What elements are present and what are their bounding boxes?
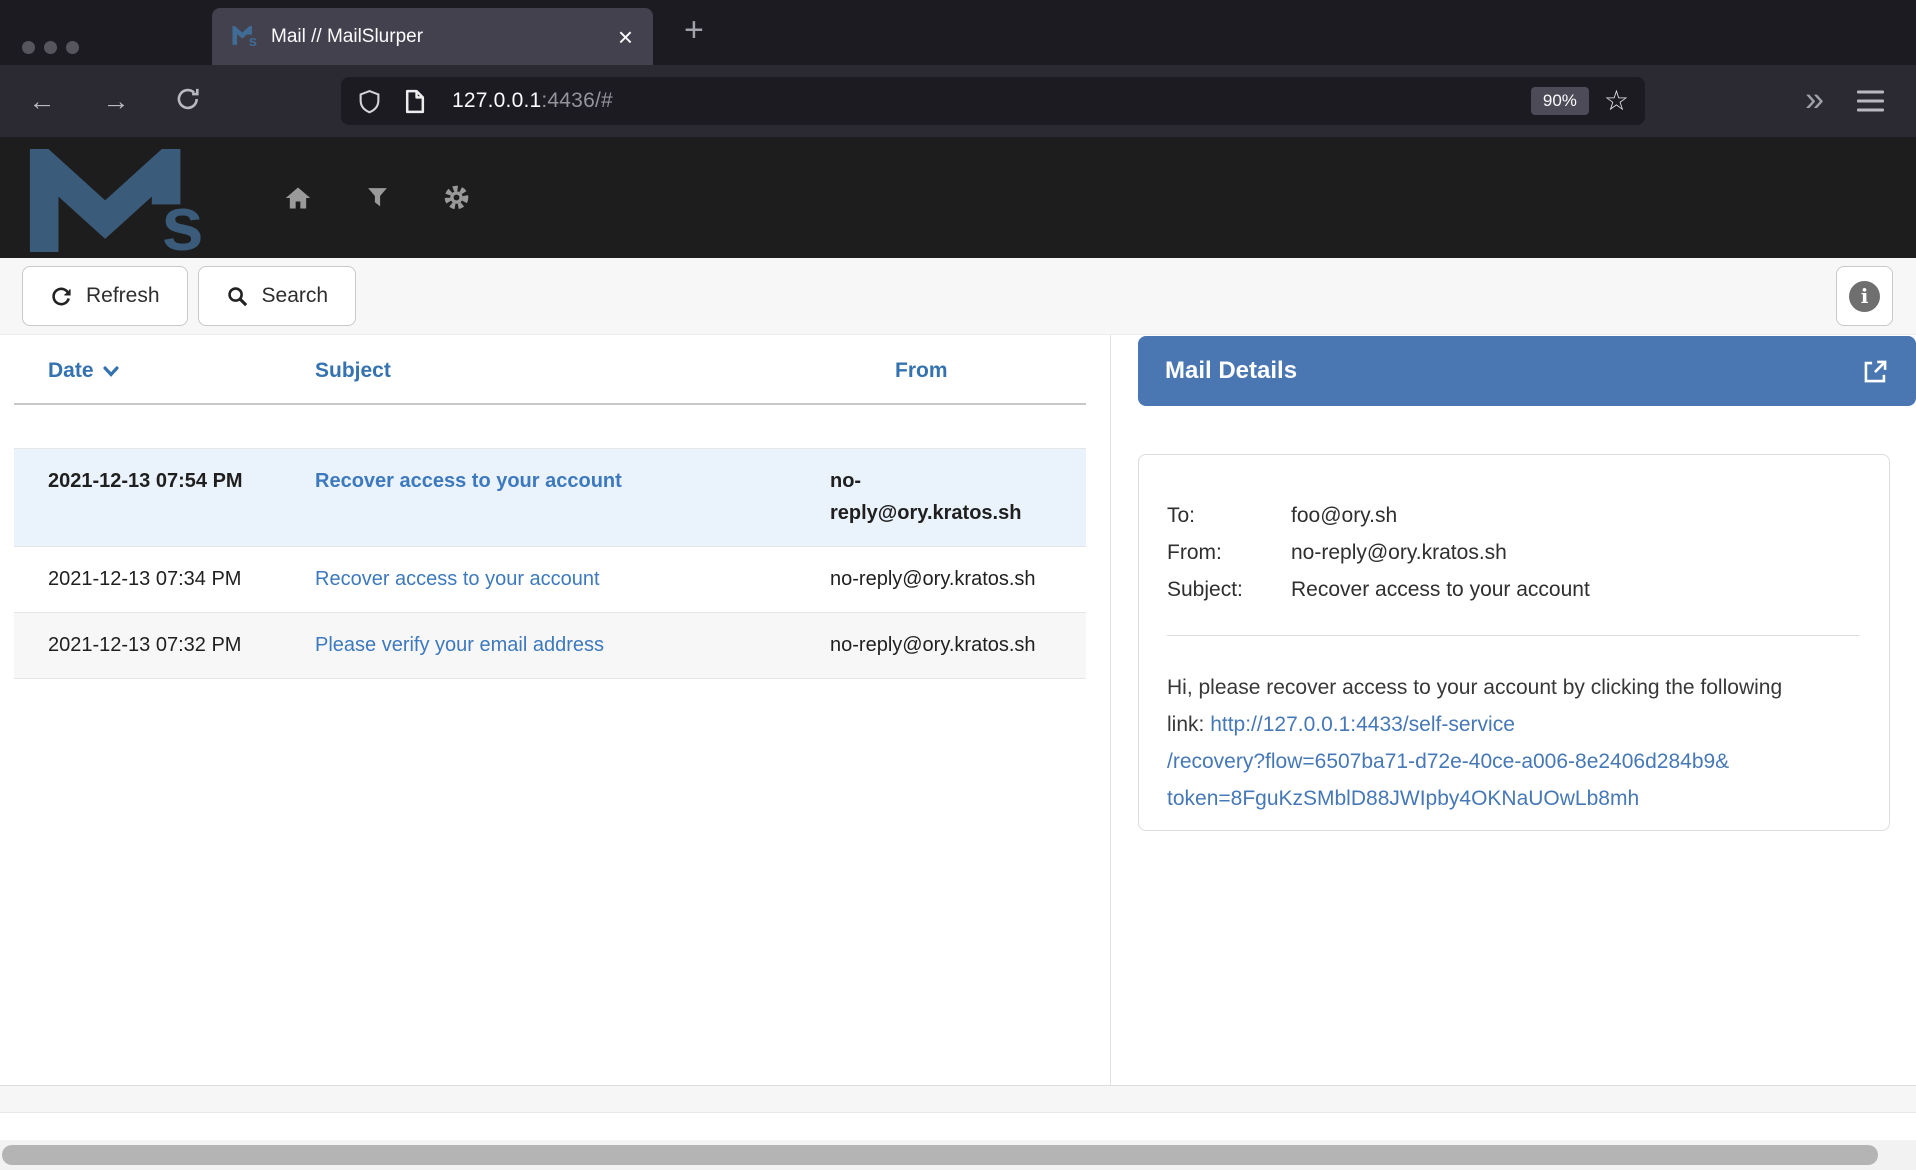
- window-close-button[interactable]: [22, 41, 35, 54]
- recovery-link-line3: token=8FguKzSMblD88JWIpby4OKNaUOwLb8mh: [1167, 780, 1815, 817]
- meta-from-row: From: no-reply@ory.kratos.sh: [1167, 534, 1859, 571]
- page-info-icon[interactable]: [403, 89, 426, 114]
- mail-details-title: Mail Details: [1165, 357, 1297, 385]
- date-header-label: Date: [48, 359, 94, 383]
- window-maximize-button[interactable]: [66, 41, 79, 54]
- url-path: :4436/#: [541, 89, 612, 112]
- toolbar-overflow-icon[interactable]: »: [1805, 81, 1820, 120]
- forward-icon[interactable]: →: [99, 88, 133, 115]
- details-divider: [1167, 635, 1859, 636]
- url-text[interactable]: 127.0.0.1:4436/#: [452, 89, 613, 113]
- bottom-band: [0, 1085, 1916, 1113]
- horizontal-scrollbar[interactable]: [0, 1140, 1916, 1170]
- mail-details-panel: Mail Details To: foo@ory.sh From: no-rep…: [1138, 336, 1916, 831]
- svg-text:s: s: [161, 182, 203, 256]
- url-bar[interactable]: 127.0.0.1:4436/# 90% ☆: [341, 77, 1645, 125]
- refresh-button[interactable]: Refresh: [22, 266, 188, 326]
- search-button[interactable]: Search: [198, 266, 357, 326]
- meta-to-row: To: foo@ory.sh: [1167, 497, 1859, 534]
- info-icon: i: [1849, 281, 1880, 312]
- refresh-label: Refresh: [86, 284, 160, 308]
- bookmark-star-icon[interactable]: ☆: [1604, 87, 1629, 115]
- window-controls[interactable]: [22, 41, 79, 54]
- browser-tab-bar: s Mail // MailSlurper × +: [0, 0, 1916, 65]
- to-value: foo@ory.sh: [1291, 497, 1397, 534]
- mail-subject-link[interactable]: Please verify your email address: [315, 634, 604, 656]
- mail-date: 2021-12-13 07:34 PM: [48, 563, 315, 595]
- scrollbar-thumb[interactable]: [2, 1145, 1878, 1165]
- window-minimize-button[interactable]: [44, 41, 57, 54]
- mailslurper-logo: s: [28, 149, 228, 256]
- browser-toolbar: ← → 127.0.0.1:4436/# 90% ☆ »: [0, 65, 1916, 137]
- filter-icon[interactable]: [365, 186, 390, 209]
- tab-title: Mail // MailSlurper: [271, 26, 423, 48]
- meta-subject-row: Subject: Recover access to your account: [1167, 571, 1859, 608]
- app-toolbar: Refresh Search i: [0, 258, 1916, 335]
- mail-details-header: Mail Details: [1138, 336, 1916, 406]
- from-value: no-reply@ory.kratos.sh: [1291, 534, 1507, 571]
- tab-favicon-mailslurper-icon: s: [232, 26, 258, 47]
- mail-row[interactable]: 2021-12-13 07:54 PM Recover access to yo…: [14, 448, 1086, 546]
- mail-row[interactable]: 2021-12-13 07:34 PM Recover access to yo…: [14, 546, 1086, 612]
- panel-divider: [1110, 335, 1111, 1113]
- recovery-link[interactable]: http://127.0.0.1:4433/self-service/recov…: [1167, 713, 1815, 817]
- from-label: From:: [1167, 534, 1291, 571]
- mail-from: no-reply@ory.kratos.sh: [830, 629, 1070, 661]
- settings-gear-icon[interactable]: [443, 184, 470, 211]
- mail-list-header: Date Subject From: [14, 343, 1086, 405]
- subject-label: Subject:: [1167, 571, 1291, 608]
- mailslurper-header: s: [0, 137, 1916, 258]
- refresh-icon: [50, 285, 73, 308]
- mail-body: Hi, please recover access to your accoun…: [1167, 669, 1815, 817]
- to-label: To:: [1167, 497, 1291, 534]
- recovery-link-line1: http://127.0.0.1:4433/self-service: [1210, 713, 1515, 736]
- svg-text:s: s: [249, 34, 257, 47]
- new-tab-button[interactable]: +: [684, 11, 704, 50]
- column-header-date[interactable]: Date: [48, 359, 315, 383]
- mail-details-card: To: foo@ory.sh From: no-reply@ory.kratos…: [1138, 454, 1890, 831]
- menu-hamburger-icon[interactable]: [1857, 91, 1884, 112]
- reload-icon[interactable]: [171, 86, 205, 117]
- search-icon: [226, 285, 249, 308]
- mail-date: 2021-12-13 07:54 PM: [48, 465, 315, 529]
- zoom-level-badge[interactable]: 90%: [1531, 87, 1589, 115]
- mail-list: 2021-12-13 07:54 PM Recover access to yo…: [14, 448, 1086, 679]
- home-icon[interactable]: [284, 185, 312, 211]
- mail-from: no-reply@ory.kratos.sh: [830, 465, 1070, 529]
- column-header-from[interactable]: From: [830, 359, 1070, 383]
- mail-subject-link[interactable]: Recover access to your account: [315, 568, 600, 590]
- info-button[interactable]: i: [1836, 266, 1893, 326]
- search-label: Search: [262, 284, 329, 308]
- mail-date: 2021-12-13 07:32 PM: [48, 629, 315, 661]
- sort-chevron-down-icon: [103, 366, 119, 377]
- main-content: Date Subject From 2021-12-13 07:54 PM Re…: [0, 335, 1916, 1170]
- browser-tab[interactable]: s Mail // MailSlurper ×: [212, 8, 653, 65]
- tab-close-icon[interactable]: ×: [618, 24, 633, 50]
- mail-row[interactable]: 2021-12-13 07:32 PM Please verify your e…: [14, 612, 1086, 678]
- mail-from: no-reply@ory.kratos.sh: [830, 563, 1070, 595]
- recovery-link-line2: /recovery?flow=6507ba71-d72e-40ce-a006-8…: [1167, 743, 1815, 780]
- back-icon[interactable]: ←: [25, 88, 59, 115]
- column-header-subject[interactable]: Subject: [315, 359, 830, 383]
- open-external-icon[interactable]: [1862, 358, 1889, 385]
- url-host: 127.0.0.1: [452, 89, 541, 112]
- subject-value: Recover access to your account: [1291, 571, 1590, 608]
- header-nav: [284, 184, 470, 211]
- shield-icon[interactable]: [357, 89, 382, 114]
- mail-subject-link[interactable]: Recover access to your account: [315, 470, 622, 492]
